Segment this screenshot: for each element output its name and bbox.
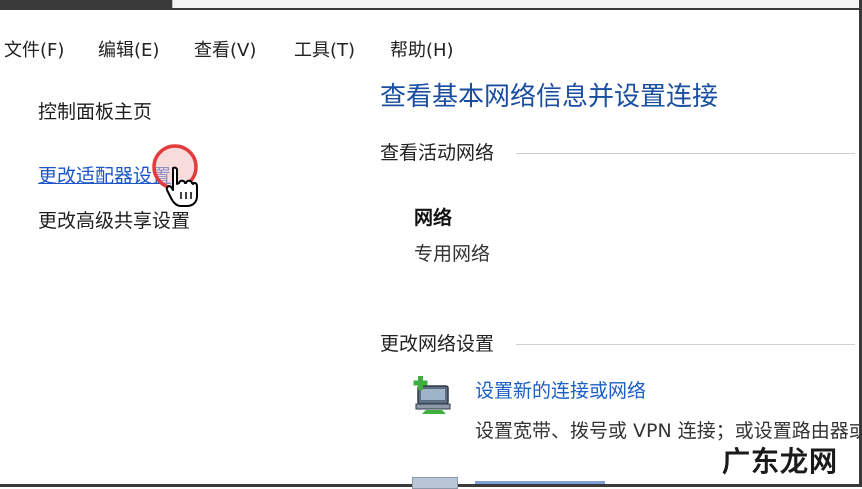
- menu-file[interactable]: 文件(F): [4, 36, 64, 62]
- page-title: 查看基本网络信息并设置连接: [380, 82, 719, 112]
- menu-edit[interactable]: 编辑(E): [98, 36, 159, 62]
- section-divider: [516, 153, 855, 154]
- menu-tools[interactable]: 工具(T): [294, 36, 355, 62]
- network-type: 专用网络: [414, 243, 491, 265]
- window-top-frame: [0, 0, 862, 10]
- left-nav-pane: 控制面板主页 更改适配器设置 更改高级共享设置: [0, 70, 360, 484]
- nav-control-panel-home[interactable]: 控制面板主页: [38, 97, 152, 124]
- menu-view[interactable]: 查看(V): [194, 36, 256, 62]
- setup-connection-description: 设置宽带、拨号或 VPN 连接；或设置路由器或接入点。: [475, 420, 859, 442]
- watermark: 广东龙网: [722, 445, 839, 478]
- section-divider: [516, 344, 855, 345]
- menu-bar: 文件(F) 编辑(E) 查看(V) 工具(T) 帮助(H): [0, 30, 859, 66]
- troubleshoot-link-partial[interactable]: [475, 478, 605, 487]
- active-networks-heading: 查看活动网络: [380, 142, 495, 164]
- address-bar-edge: [172, 0, 862, 8]
- nav-change-advanced-sharing[interactable]: 更改高级共享设置: [38, 206, 190, 233]
- troubleshoot-icon: [412, 477, 458, 489]
- setup-connection-link[interactable]: 设置新的连接或网络: [475, 376, 646, 403]
- change-settings-heading: 更改网络设置: [380, 333, 495, 355]
- menu-help[interactable]: 帮助(H): [390, 36, 454, 62]
- hand-pointer-icon: [165, 166, 198, 207]
- network-name: 网络: [414, 207, 453, 229]
- network-setup-icon: [413, 376, 451, 414]
